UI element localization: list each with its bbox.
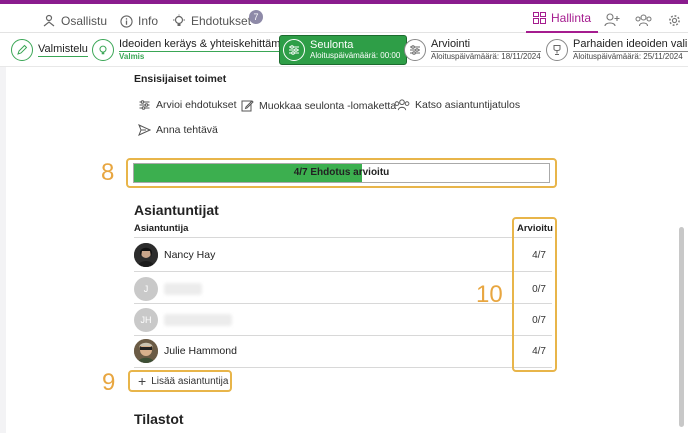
lightbulb-icon bbox=[92, 39, 114, 61]
add-user-icon bbox=[604, 13, 620, 27]
phase-title: Parhaiden ideoiden valinta bbox=[573, 38, 688, 53]
lightbulb-icon bbox=[173, 14, 185, 26]
progress-highlight: 4/7 Ehdotus arvioitu bbox=[126, 158, 557, 188]
nav-ideas[interactable]: Ehdotukset 7 bbox=[172, 10, 264, 32]
scrollbar[interactable] bbox=[679, 227, 684, 427]
nav-info[interactable]: Info bbox=[120, 10, 158, 32]
phase-date: Aloituspäivämäärä: 18/11/2024 bbox=[431, 52, 541, 62]
add-user-button[interactable] bbox=[602, 10, 622, 30]
settings-button[interactable] bbox=[664, 10, 684, 30]
avatar: JH bbox=[134, 308, 158, 332]
experts-heading: Asiantuntijat bbox=[134, 202, 219, 218]
priority-actions-heading: Ensisijaiset toimet bbox=[134, 73, 227, 85]
action-label: Arvioi ehdotukset bbox=[156, 99, 237, 111]
action-label: Muokkaa seulonta -lomaketta bbox=[259, 99, 397, 112]
action-label: Katso asiantuntijatulos bbox=[415, 99, 521, 111]
phase-evaluation[interactable]: Arviointi Aloituspäivämäärä: 18/11/2024 bbox=[404, 35, 541, 65]
groups-button[interactable] bbox=[633, 10, 653, 30]
evaluated-column-highlight bbox=[512, 217, 557, 372]
pencil-icon bbox=[11, 39, 33, 61]
phase-idea-collection[interactable]: Ideoiden keräys & yhteiskehittäminen Val… bbox=[92, 35, 302, 65]
expert-name: Nancy Hay bbox=[164, 249, 216, 261]
nav-ideas-label: Ehdotukset bbox=[191, 14, 252, 28]
evaluation-progress-bar: 4/7 Ehdotus arvioitu bbox=[133, 163, 550, 183]
edit-icon bbox=[241, 100, 254, 112]
nav-participate-label: Osallistu bbox=[61, 14, 108, 28]
participate-icon bbox=[43, 14, 55, 27]
phase-best-ideas[interactable]: Parhaiden ideoiden valinta Aloituspäiväm… bbox=[546, 35, 688, 65]
send-icon bbox=[138, 124, 151, 136]
avatar: J bbox=[134, 277, 158, 301]
nav-ideas-label-wrap: Ehdotukset 7 bbox=[191, 10, 264, 28]
table-row[interactable]: Julie Hammond 4/7 bbox=[134, 335, 552, 367]
sliders-icon bbox=[139, 100, 150, 110]
nav-participate[interactable]: Osallistu bbox=[42, 10, 107, 32]
sliders-icon bbox=[404, 39, 426, 61]
add-expert-button[interactable]: + Lisää asiantuntija bbox=[128, 370, 232, 392]
action-label: Anna tehtävä bbox=[156, 124, 218, 136]
phase-date: Aloituspäivämäärä: 25/11/2024 bbox=[573, 52, 683, 62]
action-edit-form[interactable]: Muokkaa seulonta -lomaketta bbox=[241, 99, 396, 112]
action-evaluate-ideas[interactable]: Arvioi ehdotukset bbox=[138, 99, 237, 111]
expert-name: Julie Hammond bbox=[164, 345, 237, 357]
ideas-count-badge: 7 bbox=[249, 10, 264, 24]
table-divider bbox=[134, 237, 552, 238]
action-assign-task[interactable]: Anna tehtävä bbox=[138, 124, 218, 136]
column-expert: Asiantuntija bbox=[134, 223, 189, 234]
statistics-heading: Tilastot bbox=[134, 411, 184, 427]
phase-title: Seulonta bbox=[310, 39, 354, 52]
expert-name-redacted bbox=[164, 283, 202, 295]
tab-admin[interactable]: Hallinta bbox=[526, 4, 598, 33]
nav-info-label: Info bbox=[138, 14, 159, 28]
phase-status: Valmis bbox=[119, 52, 145, 62]
sliders-icon bbox=[283, 39, 305, 61]
trophy-icon bbox=[546, 39, 568, 61]
avatar bbox=[134, 243, 158, 267]
phase-title: Ideoiden keräys & yhteiskehittäminen bbox=[119, 38, 302, 53]
top-navigation: Osallistu Info Ehdotukset 7 Hallinta bbox=[0, 0, 688, 33]
phase-title: Valmistelu bbox=[38, 43, 88, 58]
callout-10: 10 bbox=[476, 281, 503, 308]
phase-date: Aloituspäivämäärä: 00:00 bbox=[310, 51, 401, 61]
action-view-expert-results[interactable]: Katso asiantuntijatulos bbox=[394, 99, 520, 111]
table-divider bbox=[134, 367, 552, 368]
progress-label: 4/7 Ehdotus arvioitu bbox=[293, 167, 390, 178]
add-expert-label: Lisää asiantuntija bbox=[151, 375, 229, 387]
callout-9: 9 bbox=[102, 369, 116, 396]
group-icon bbox=[635, 13, 651, 26]
table-divider bbox=[134, 271, 552, 272]
avatar bbox=[134, 339, 158, 363]
phase-title: Arviointi bbox=[431, 38, 541, 53]
gear-icon bbox=[668, 14, 680, 26]
table-row[interactable]: Nancy Hay 4/7 bbox=[134, 239, 552, 271]
expert-name-redacted bbox=[164, 314, 232, 326]
info-icon bbox=[120, 14, 133, 28]
main-content: Ensisijaiset toimet Arvioi ehdotukset Mu… bbox=[0, 67, 688, 433]
phase-preparation[interactable]: Valmistelu bbox=[11, 35, 88, 65]
left-edge bbox=[0, 67, 6, 433]
phase-bar: Valmistelu Ideoiden keräys & yhteiskehit… bbox=[0, 33, 688, 67]
callout-8: 8 bbox=[101, 159, 115, 186]
group-icon bbox=[394, 99, 410, 111]
plus-icon: + bbox=[138, 373, 147, 389]
dashboard-icon bbox=[532, 11, 546, 24]
phase-screening[interactable]: Seulonta Aloituspäivämäärä: 00:00 bbox=[279, 35, 408, 65]
tab-admin-label: Hallinta bbox=[550, 10, 592, 25]
